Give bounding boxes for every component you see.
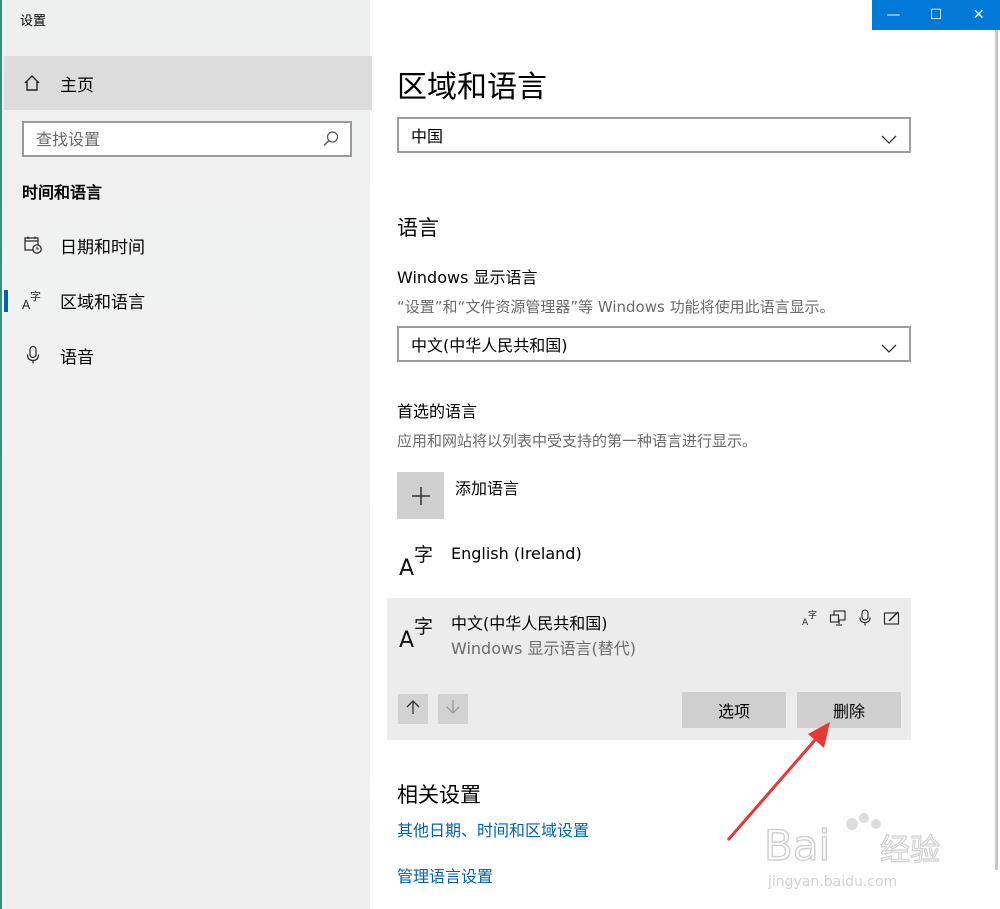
sidebar-item-label: 语音: [60, 347, 94, 368]
add-language-button[interactable]: 添加语言: [397, 472, 519, 519]
calendar-clock-icon: [22, 234, 44, 256]
home-label: 主页: [60, 75, 94, 96]
display-language-icon: A字: [801, 608, 820, 627]
sidebar-item-region-language[interactable]: A字 区域和语言: [4, 276, 372, 324]
baidu-watermark: Bai 经验 jingyan.baidu.com: [764, 813, 941, 890]
microphone-icon: [855, 608, 874, 627]
search-input[interactable]: [36, 129, 322, 149]
sidebar-item-label: 区域和语言: [60, 292, 145, 313]
chevron-down-icon: [881, 130, 897, 144]
svg-text:字: 字: [30, 289, 41, 303]
language-icon: A字: [22, 289, 44, 311]
language-features: A字: [801, 608, 901, 627]
arrow-down-icon: [445, 699, 461, 719]
section-title: 时间和语言: [22, 183, 103, 202]
svg-text:字: 字: [414, 544, 433, 566]
language-name: 中文(中华人民共和国): [451, 614, 608, 633]
language-icon: A字: [399, 542, 435, 581]
page-title: 区域和语言: [397, 70, 547, 105]
scrollbar[interactable]: [995, 30, 998, 870]
display-language-value: 中文(中华人民共和国): [411, 336, 568, 355]
language-sub: Windows 显示语言(替代): [451, 639, 636, 658]
sidebar-item-date-time[interactable]: 日期和时间: [4, 221, 372, 269]
svg-text:经验: 经验: [880, 833, 940, 868]
arrow-up-icon: [405, 699, 421, 719]
plus-icon: [397, 472, 444, 519]
preferred-languages-desc: 应用和网站将以列表中受支持的第一种语言进行显示。: [397, 432, 758, 450]
display-language-desc: “设置”和“文件资源管理器”等 Windows 功能将使用此语言显示。: [397, 298, 835, 316]
search-icon[interactable]: [322, 130, 340, 148]
svg-text:A: A: [399, 556, 414, 576]
svg-text:A: A: [399, 628, 414, 648]
move-up-button[interactable]: [398, 694, 428, 724]
text-to-speech-icon: [828, 608, 847, 627]
home-button[interactable]: 主页: [4, 56, 372, 110]
link-date-time-region[interactable]: 其他日期、时间和区域设置: [397, 817, 589, 841]
link-manage-language[interactable]: 管理语言设置: [397, 863, 493, 887]
region-value: 中国: [411, 127, 444, 146]
svg-text:jingyan.baidu.com: jingyan.baidu.com: [767, 874, 897, 890]
svg-text:字: 字: [808, 609, 817, 621]
sidebar-item-label: 日期和时间: [60, 237, 145, 258]
move-down-button[interactable]: [438, 694, 468, 724]
svg-text:Bai: Bai: [764, 821, 830, 870]
language-name: English (Ireland): [451, 544, 582, 563]
microphone-icon: [22, 344, 44, 366]
chevron-down-icon: [881, 339, 897, 353]
display-language-select[interactable]: 中文(中华人民共和国): [397, 326, 911, 362]
display-language-label: Windows 显示语言: [397, 268, 538, 287]
preferred-languages-label: 首选的语言: [397, 402, 478, 421]
svg-text:字: 字: [414, 616, 433, 638]
app-title: 设置: [20, 14, 47, 29]
language-item-english[interactable]: A字 English (Ireland): [387, 530, 911, 592]
sidebar-item-speech[interactable]: 语音: [4, 331, 372, 379]
main-content: 区域和语言 中国 语言 Windows 显示语言 “设置”和“文件资源管理器”等…: [370, 0, 1000, 909]
language-item-chinese[interactable]: A字 中文(中华人民共和国) Windows 显示语言(替代) A字 选项 删除: [387, 598, 911, 740]
search-box[interactable]: [22, 121, 352, 157]
language-icon: A字: [399, 614, 435, 653]
add-language-label: 添加语言: [455, 479, 520, 498]
home-icon: [22, 73, 42, 93]
language-heading: 语言: [397, 216, 439, 240]
sidebar: 设置 主页 时间和语言 日期和时间 A字 区域和语言 语音: [0, 0, 372, 909]
region-select[interactable]: 中国: [397, 117, 911, 153]
handwriting-icon: [882, 608, 901, 627]
related-settings-heading: 相关设置: [397, 783, 481, 807]
